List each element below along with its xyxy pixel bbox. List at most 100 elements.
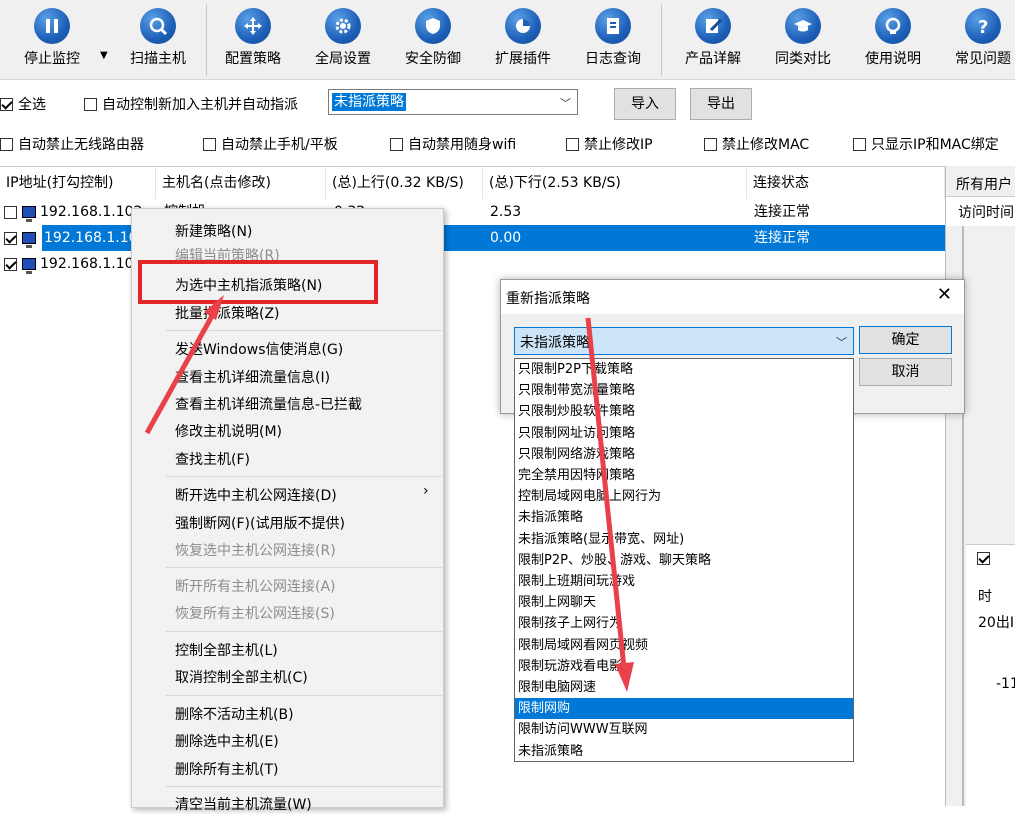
menu-item-restore-all[interactable]: 恢复所有主机公网连接(S)	[175, 603, 335, 623]
security-defense-button[interactable]: 安全防御	[388, 6, 478, 76]
auto-control-checkbox[interactable]: 自动控制新加入主机并自动指派	[84, 94, 298, 114]
import-button[interactable]: 导入	[614, 88, 676, 120]
menu-item-view-traffic[interactable]: 查看主机详细流量信息(I)	[175, 367, 330, 387]
menu-item-send-message[interactable]: 发送Windows信使消息(G)	[175, 339, 343, 359]
cancel-button[interactable]: 取消	[859, 358, 952, 386]
ip-cell[interactable]: 192.168.1.102	[2, 199, 142, 225]
global-settings-button[interactable]: 全局设置	[298, 6, 388, 76]
checkbox-box[interactable]	[566, 137, 579, 151]
checkbox-box[interactable]	[84, 97, 97, 111]
menu-item-batch-assign[interactable]: 批量指派策略(Z)	[175, 303, 280, 323]
menu-item-new-policy[interactable]: 新建策略(N)	[175, 221, 252, 241]
ip-cell[interactable]: 192.168.1.10	[2, 251, 134, 277]
close-icon[interactable]: ✕	[937, 284, 952, 305]
menu-item-force-disconnect[interactable]: 强制断网(F)(试用版不提供)	[175, 513, 345, 533]
block-ip-change-checkbox[interactable]: 禁止修改IP	[566, 134, 653, 154]
dropdown-option[interactable]: 只限制带宽流量策略	[515, 380, 853, 401]
shield-icon	[415, 8, 451, 44]
computer-icon	[22, 206, 36, 222]
dropdown-option[interactable]: 控制局域网电脑上网行为	[515, 486, 853, 507]
menu-item-view-blocked-traffic[interactable]: 查看主机详细流量信息-已拦截	[175, 394, 362, 414]
checkbox-box[interactable]	[0, 137, 13, 151]
options-row-1: 全选 自动控制新加入主机并自动指派 未指派策略 ﹀ 导入 导出	[0, 86, 1015, 120]
graduation-cap-icon	[785, 8, 821, 44]
dropdown-option[interactable]: 只限制P2P下载策略	[515, 359, 853, 380]
instructions-button[interactable]: 使用说明	[848, 6, 938, 76]
auto-block-router-label: 自动禁止无线路由器	[18, 137, 144, 153]
dropdown-option[interactable]: 未指派策略	[515, 507, 853, 528]
export-button[interactable]: 导出	[690, 88, 752, 120]
policy-select[interactable]: 未指派策略 ﹀	[328, 89, 578, 115]
toolbar-divider	[661, 4, 662, 76]
checkbox-box[interactable]	[203, 137, 216, 151]
dropdown-option[interactable]: 完全禁用因特网策略	[515, 465, 853, 486]
dropdown-option[interactable]: 只限制网络游戏策略	[515, 444, 853, 465]
row-checkbox[interactable]	[4, 231, 17, 245]
checkbox-box[interactable]	[390, 137, 403, 151]
row-checkbox[interactable]	[4, 205, 17, 219]
column-header-download[interactable]: (总)下行(2.53 KB/S)	[483, 167, 747, 199]
config-policy-label: 配置策略	[225, 51, 281, 67]
block-mac-change-checkbox[interactable]: 禁止修改MAC	[704, 134, 809, 154]
dropdown-option[interactable]: 只限制网址访问策略	[515, 423, 853, 444]
faq-button[interactable]: ? 常见问题	[938, 6, 1015, 76]
menu-item-clear-traffic[interactable]: 清空当前主机流量(W)	[175, 794, 312, 814]
chevron-down-icon[interactable]: ▼	[100, 50, 108, 61]
auto-block-router-checkbox[interactable]: 自动禁止无线路由器	[0, 134, 144, 154]
scan-host-button[interactable]: 扫描主机	[113, 6, 203, 76]
log-query-button[interactable]: 日志查询	[568, 6, 658, 76]
column-header-ip[interactable]: IP地址(打勾控制)	[0, 167, 156, 199]
column-header-status[interactable]: 连接状态	[747, 167, 945, 199]
menu-separator	[166, 476, 442, 477]
auto-block-wifi-checkbox[interactable]: 自动禁用随身wifi	[390, 134, 516, 154]
dropdown-option[interactable]: 限制网购	[515, 698, 853, 720]
extensions-button[interactable]: 扩展插件	[478, 6, 568, 76]
chevron-down-icon[interactable]: ﹀	[560, 95, 571, 111]
menu-item-edit-host-note[interactable]: 修改主机说明(M)	[175, 421, 282, 441]
ok-button[interactable]: 确定	[859, 326, 952, 354]
menu-item-delete-all[interactable]: 删除所有主机(T)	[175, 759, 278, 779]
dropdown-option[interactable]: 未指派策略(显示带宽、网址)	[515, 529, 853, 550]
row-checkbox[interactable]	[4, 257, 17, 271]
auto-block-mobile-checkbox[interactable]: 自动禁止手机/平板	[203, 134, 338, 154]
column-header-hostname[interactable]: 主机名(点击修改)	[156, 167, 326, 199]
dropdown-option[interactable]: 只限制炒股软件策略	[515, 401, 853, 422]
menu-item-control-all[interactable]: 控制全部主机(L)	[175, 640, 278, 660]
dropdown-option[interactable]: 限制玩游戏看电影	[515, 656, 853, 677]
checkbox-box[interactable]	[0, 97, 13, 111]
checkbox-box[interactable]	[853, 137, 866, 151]
menu-item-disconnect-all[interactable]: 断开所有主机公网连接(A)	[175, 576, 336, 596]
menu-item-disconnect-selected[interactable]: 断开选中主机公网连接(D)	[175, 485, 337, 505]
menu-item-uncontrol-all[interactable]: 取消控制全部主机(C)	[175, 667, 308, 687]
stop-monitor-button[interactable]: 停止监控	[7, 6, 97, 76]
comparison-label: 同类对比	[775, 51, 831, 67]
menu-item-find-host[interactable]: 查找主机(F)	[175, 449, 250, 469]
tab-all-users[interactable]: 所有用户	[956, 174, 1012, 194]
dropdown-option[interactable]: 限制上网聊天	[515, 592, 853, 613]
highlight-annotation-box	[138, 260, 378, 304]
chevron-down-icon[interactable]: ﹀	[836, 334, 847, 350]
panel-checkbox[interactable]	[977, 552, 990, 565]
dropdown-option[interactable]: 限制电脑网速	[515, 677, 853, 698]
dropdown-option[interactable]: 限制上班期间玩游戏	[515, 571, 853, 592]
menu-item-restore-selected[interactable]: 恢复选中主机公网连接(R)	[175, 540, 336, 560]
dropdown-option[interactable]: 限制孩子上网行为	[515, 613, 853, 634]
dropdown-option[interactable]: 限制局域网看网页视频	[515, 635, 853, 656]
show-ip-mac-bound-checkbox[interactable]: 只显示IP和MAC绑定	[853, 134, 999, 154]
dialog-policy-select[interactable]: 未指派策略 ﹀	[514, 327, 854, 355]
ip-cell-checkbox-area[interactable]	[2, 225, 42, 251]
select-all-checkbox[interactable]: 全选	[0, 94, 46, 114]
checkbox-box[interactable]	[704, 137, 717, 151]
product-details-button[interactable]: 产品详解	[668, 6, 758, 76]
column-header-upload[interactable]: (总)上行(0.32 KB/S)	[326, 167, 483, 199]
menu-item-delete-selected[interactable]: 删除选中主机(E)	[175, 731, 279, 751]
computer-icon	[22, 258, 36, 274]
dropdown-option[interactable]: 未指派策略	[515, 741, 853, 762]
policy-select-value: 未指派策略	[332, 93, 406, 111]
dropdown-option[interactable]: 限制访问WWW互联网	[515, 719, 853, 740]
menu-item-delete-inactive[interactable]: 删除不活动主机(B)	[175, 704, 294, 724]
config-policy-button[interactable]: 配置策略	[208, 6, 298, 76]
comparison-button[interactable]: 同类对比	[758, 6, 848, 76]
dropdown-option[interactable]: 限制P2P、炒股、游戏、聊天策略	[515, 550, 853, 571]
pause-icon	[34, 8, 70, 44]
